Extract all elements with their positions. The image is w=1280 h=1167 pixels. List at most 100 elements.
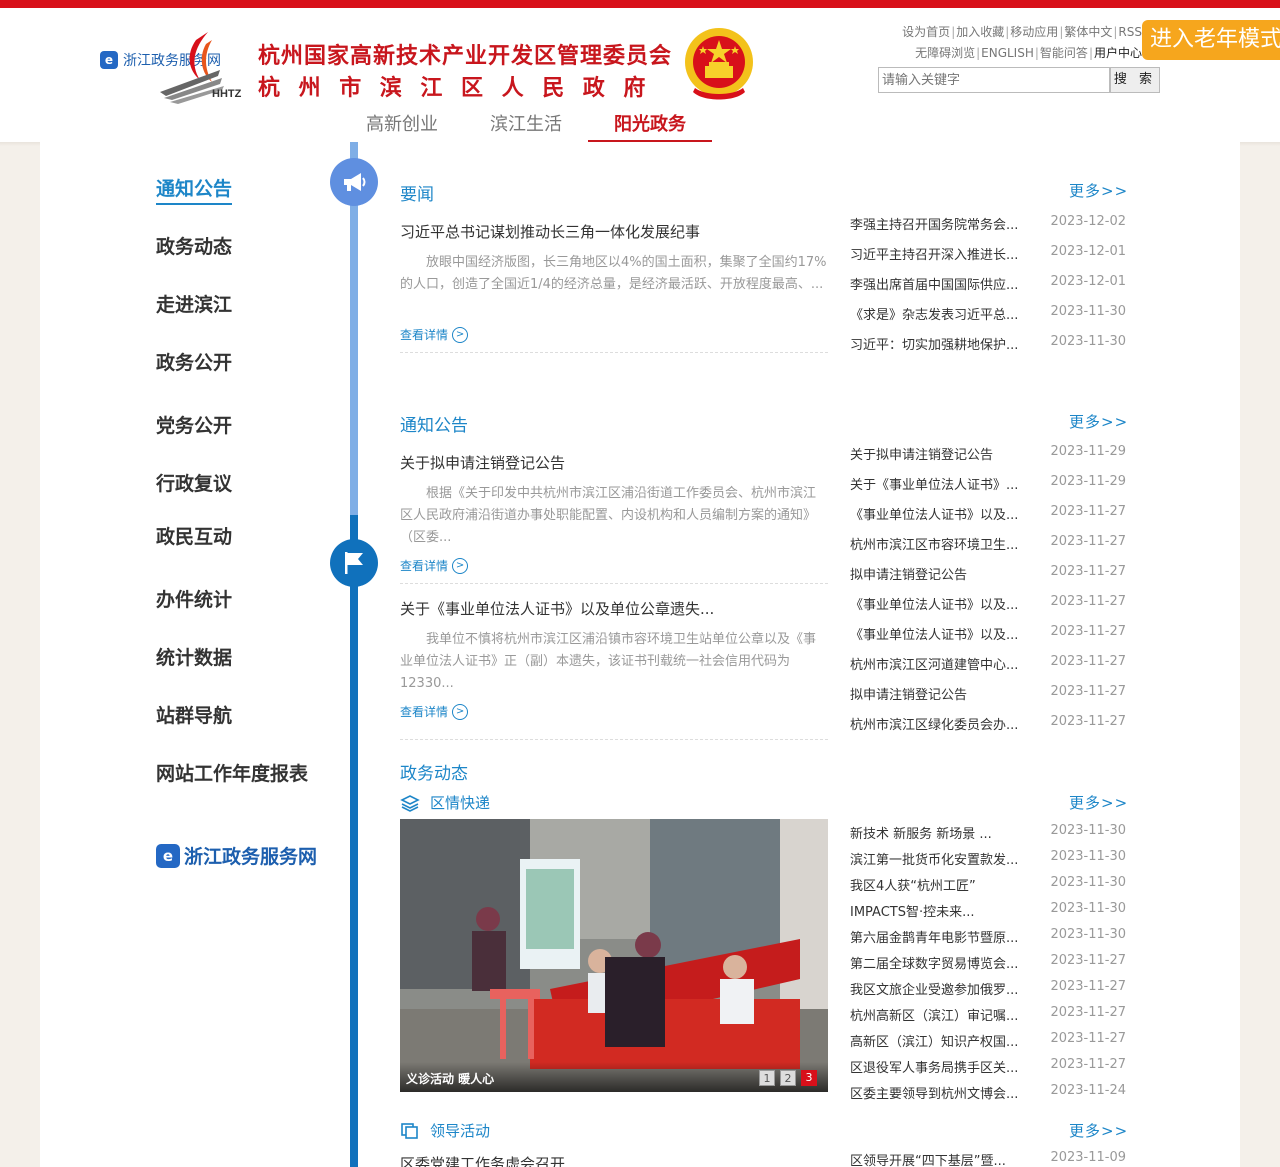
list-item[interactable]: 《求是》杂志发表习近平总... 2023-11-30	[850, 304, 1126, 324]
notices-more-link[interactable]: 更多>>	[1069, 411, 1128, 432]
chevron-right-icon: >	[452, 326, 469, 343]
yaowen-feature-summary: 放眼中国经济版图，长三角地区以4%的国土面积，集聚了全国约17%的人口，创造了全…	[400, 255, 827, 292]
left-nav-item-case-stats[interactable]: 办件统计	[156, 585, 232, 612]
list-item[interactable]: 滨江第一批货币化安置款发... 2023-11-30	[850, 849, 1126, 869]
list-item[interactable]: 《事业单位法人证书》以及... 2023-11-27	[850, 504, 1126, 524]
stack-icon	[400, 794, 420, 812]
yaowen-detail-label: 查看详情	[400, 328, 449, 342]
left-nav-item-interaction[interactable]: 政民互动	[156, 522, 232, 549]
left-nav-item-annual-report[interactable]: 网站工作年度报表	[156, 759, 308, 786]
zjzw-bottom-link[interactable]: e 浙江政务服务网	[156, 842, 317, 869]
timeline-megaphone-icon	[330, 158, 378, 206]
left-nav-item-site-nav[interactable]: 站群导航	[156, 701, 232, 728]
section-title-yaowen: 要闻	[400, 185, 434, 205]
list-item[interactable]: 李强出席首届中国国际供应... 2023-12-01	[850, 274, 1126, 294]
link-traditional-chinese[interactable]: 繁体中文	[1064, 25, 1112, 39]
list-item[interactable]: 习近平：切实加强耕地保护... 2023-11-30	[850, 334, 1126, 354]
list-item[interactable]: IMPACTS智·控未来... 2023-11-30	[850, 901, 1126, 921]
list-item[interactable]: 区委主要领导到杭州文博会... 2023-11-24	[850, 1083, 1126, 1103]
divider	[400, 583, 828, 584]
news-photo[interactable]	[400, 819, 828, 1092]
list-item[interactable]: 新技术 新服务 新场景 ... 2023-11-30	[850, 823, 1126, 843]
top-red-bar	[0, 0, 1280, 8]
notices-detail-label-2: 查看详情	[400, 705, 449, 719]
zjzw-bottom-label: 浙江政务服务网	[184, 846, 318, 868]
top-links: 设为首页|加入收藏|移动应用|繁体中文|RSS 无障碍浏览|ENGLISH|智能…	[880, 22, 1142, 64]
list-item[interactable]: 杭州市滨江区河道建管中心... 2023-11-27	[850, 654, 1126, 674]
link-rss[interactable]: RSS	[1118, 25, 1142, 39]
org-subtitle: 杭州市滨江区人民政府	[258, 76, 665, 101]
link-english[interactable]: ENGLISH	[981, 46, 1034, 60]
list-item[interactable]: 习近平主持召开深入推进长... 2023-12-01	[850, 244, 1126, 264]
list-item[interactable]: 高新区（滨江）知识产权国... 2023-11-27	[850, 1031, 1126, 1051]
copy-icon	[401, 1122, 418, 1139]
main-nav: 高新创业 滨江生活 阳光政务	[340, 110, 712, 142]
photo-pager-2[interactable]: 2	[780, 1070, 796, 1086]
notices-detail-link-2[interactable]: 查看详情 >	[400, 703, 469, 720]
left-nav-item-about-binjiang[interactable]: 走进滨江	[156, 290, 232, 317]
list-item[interactable]: 拟申请注销登记公告 2023-11-27	[850, 684, 1126, 704]
nav-item-government[interactable]: 阳光政务	[588, 110, 712, 142]
list-item[interactable]: 拟申请注销登记公告 2023-11-27	[850, 564, 1126, 584]
notices-detail-label-1: 查看详情	[400, 559, 449, 573]
subsection-quick-news[interactable]: 区情快递	[400, 792, 490, 813]
chevron-right-icon: >	[452, 557, 469, 574]
search-input[interactable]	[878, 67, 1110, 93]
notices-feature-summary-2: 我单位不慎将杭州市滨江区浦沿镇市容环境卫生站单位公章以及《事业单位法人证书》正（…	[400, 632, 817, 691]
list-item[interactable]: 第二届全球数字贸易博览会... 2023-11-27	[850, 953, 1126, 973]
link-user-center[interactable]: 用户中心	[1094, 46, 1142, 60]
list-item[interactable]: 关于拟申请注销登记公告 2023-11-29	[850, 444, 1126, 464]
link-smart-qa[interactable]: 智能问答	[1040, 46, 1088, 60]
divider	[400, 739, 828, 740]
search-button[interactable]: 搜 索	[1110, 67, 1160, 93]
subsection-quick-news-label: 区情快递	[430, 794, 491, 812]
left-nav-item-notices[interactable]: 通知公告	[156, 174, 233, 205]
list-item[interactable]: 杭州高新区（滨江）审记嘱... 2023-11-27	[850, 1005, 1126, 1025]
zjzw-bottom-e-icon: e	[156, 843, 180, 868]
link-add-favorite[interactable]: 加入收藏	[956, 25, 1004, 39]
left-nav-item-admin-review[interactable]: 行政复议	[156, 469, 232, 496]
notices-detail-link-1[interactable]: 查看详情 >	[400, 557, 469, 574]
list-item[interactable]: 《事业单位法人证书》以及... 2023-11-27	[850, 624, 1126, 644]
subsection-leader-activity[interactable]: 领导活动	[400, 1120, 490, 1141]
nav-item-startup[interactable]: 高新创业	[340, 110, 464, 142]
link-accessibility[interactable]: 无障碍浏览	[915, 46, 975, 60]
list-item[interactable]: 第六届金鹊青年电影节暨原... 2023-11-30	[850, 927, 1126, 947]
list-item[interactable]: 杭州市滨江区市容环境卫生... 2023-11-27	[850, 534, 1126, 554]
link-set-home[interactable]: 设为首页	[902, 25, 950, 39]
section-title-notices: 通知公告	[400, 416, 468, 436]
timeline-bar-bottom	[350, 515, 358, 1167]
top-links-row-1: 设为首页|加入收藏|移动应用|繁体中文|RSS	[902, 25, 1142, 39]
list-item[interactable]: 关于《事业单位法人证书》... 2023-11-29	[850, 474, 1126, 494]
divider	[400, 352, 828, 353]
notices-feature-title-1[interactable]: 关于拟申请注销登记公告	[400, 452, 565, 473]
list-item[interactable]: 我区4人获“杭州工匠” 2023-11-30	[850, 875, 1126, 895]
notices-feature-title-2[interactable]: 关于《事业单位法人证书》以及单位公章遗失...	[400, 598, 714, 619]
nav-item-life[interactable]: 滨江生活	[464, 110, 588, 142]
timeline-flag-icon	[330, 539, 378, 587]
notices-feature-summary-1: 根据《关于印发中共杭州市滨江区浦沿街道工作委员会、杭州市滨江区人民政府浦沿街道办…	[400, 486, 817, 545]
elder-mode-button[interactable]: 进入老年模式	[1142, 20, 1280, 60]
quick-news-more-link[interactable]: 更多>>	[1069, 792, 1128, 813]
list-item[interactable]: 我区文旅企业受邀参加俄罗... 2023-11-27	[850, 979, 1126, 999]
yaowen-feature-title[interactable]: 习近平总书记谋划推动长三角一体化发展纪事	[400, 221, 700, 242]
left-nav-item-statistics[interactable]: 统计数据	[156, 643, 232, 670]
list-item[interactable]: 区退役军人事务局携手区关... 2023-11-27	[850, 1057, 1126, 1077]
chevron-right-icon: >	[452, 703, 469, 720]
list-item[interactable]: 杭州市滨江区绿化委员会办... 2023-11-27	[850, 714, 1126, 734]
left-nav-item-gov-news[interactable]: 政务动态	[156, 232, 232, 259]
left-nav-item-party-disclosure[interactable]: 党务公开	[156, 411, 232, 438]
left-nav-item-gov-disclosure[interactable]: 政务公开	[156, 348, 232, 375]
list-item[interactable]: 李强主持召开国务院常务会... 2023-12-02	[850, 214, 1126, 234]
link-mobile-app[interactable]: 移动应用	[1010, 25, 1058, 39]
yaowen-more-link[interactable]: 更多>>	[1069, 180, 1128, 201]
photo-pager-3[interactable]: 3	[801, 1070, 817, 1086]
photo-pager-1[interactable]: 1	[759, 1070, 775, 1086]
list-item[interactable]: 区领导开展“四下基层”暨... 2023-11-09	[850, 1150, 1126, 1167]
zjzw-e-icon: e	[100, 51, 118, 69]
org-title: 杭州国家高新技术产业开发区管理委员会	[258, 44, 673, 69]
leader-activity-feature-title[interactable]: 区委党建工作务虚会召开	[400, 1153, 565, 1167]
list-item[interactable]: 《事业单位法人证书》以及... 2023-11-27	[850, 594, 1126, 614]
leader-activity-more-link[interactable]: 更多>>	[1069, 1120, 1128, 1141]
yaowen-detail-link[interactable]: 查看详情 >	[400, 326, 469, 343]
